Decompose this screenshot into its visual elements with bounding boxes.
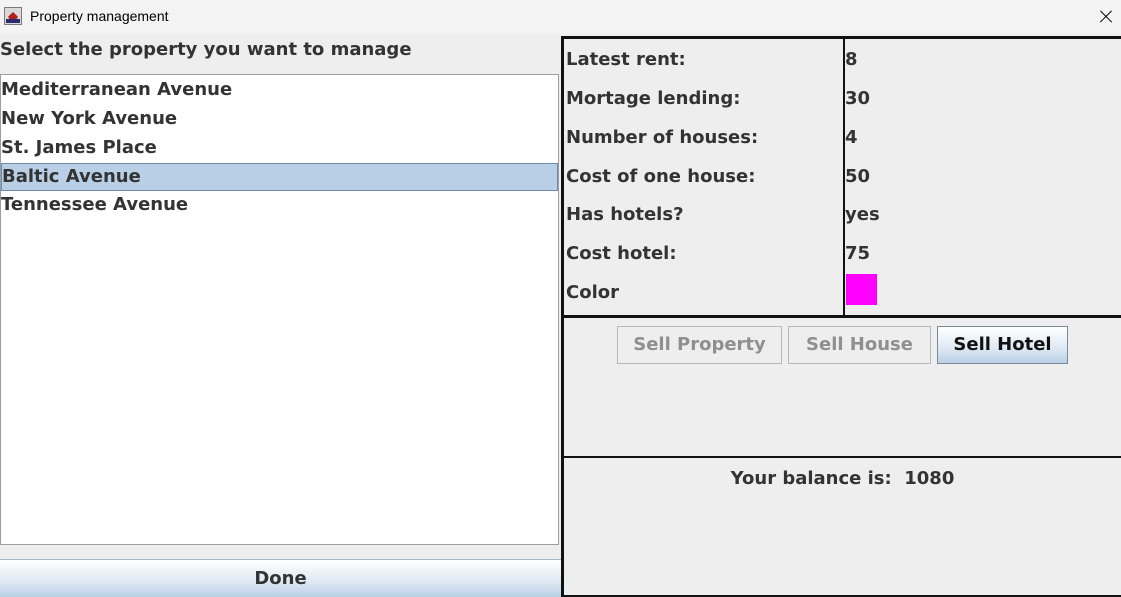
balance-panel: Your balance is: 1080 [561,458,1121,597]
done-button[interactable]: Done [0,559,561,597]
info-label: Has hotels? [566,204,684,225]
info-value: 50 [845,166,871,187]
info-row-cost-hotel: Cost hotel: 75 [564,233,1121,272]
info-label: Cost hotel: [566,243,677,264]
info-row-mortgage-lending: Mortage lending: 30 [564,78,1121,117]
info-value: 4 [845,127,858,148]
info-value: 75 [845,243,871,264]
info-row-cost-of-one-house: Cost of one house: 50 [564,156,1121,195]
info-value: yes [845,204,880,225]
list-item[interactable]: Tennessee Avenue [1,191,558,219]
property-management-window: Property management Select the property … [0,0,1121,597]
info-value: 8 [845,49,858,70]
list-item[interactable]: Mediterranean Avenue [1,76,558,104]
sell-house-button[interactable]: Sell House [788,326,931,364]
info-label: Latest rent: [566,49,686,70]
property-list-panel: Select the property you want to manage M… [0,34,561,597]
window-title: Property management [30,8,169,24]
title-bar: Property management [0,0,1121,34]
info-label: Mortage lending: [566,88,741,109]
app-icon [4,7,22,25]
balance-label: Your balance is: 1080 [730,468,955,489]
list-item-selected[interactable]: Baltic Avenue [1,163,558,191]
sell-property-button[interactable]: Sell Property [617,326,782,364]
info-label: Number of houses: [566,127,759,148]
action-buttons-panel: Sell Property Sell House Sell Hotel [561,318,1121,458]
sell-hotel-button[interactable]: Sell Hotel [937,326,1068,364]
info-row-color: Color [564,272,1121,311]
info-label: Cost of one house: [566,166,756,187]
close-icon[interactable] [1089,0,1121,34]
info-value: 30 [845,88,871,109]
property-details-panel: Latest rent: 8 Mortage lending: 30 Numbe… [561,36,1121,597]
info-row-number-of-houses: Number of houses: 4 [564,117,1121,156]
list-heading: Select the property you want to manage [0,39,412,60]
list-item[interactable]: St. James Place [1,134,558,162]
info-row-has-hotels: Has hotels? yes [564,194,1121,233]
list-item[interactable]: New York Avenue [1,105,558,133]
info-row-latest-rent: Latest rent: 8 [564,39,1121,78]
property-list[interactable]: Mediterranean Avenue New York Avenue St.… [0,74,559,545]
color-swatch [846,274,877,305]
info-label: Color [566,282,619,303]
property-info-table: Latest rent: 8 Mortage lending: 30 Numbe… [561,36,1121,318]
